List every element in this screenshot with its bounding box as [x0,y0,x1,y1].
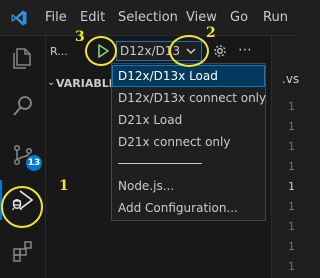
line-number: 1 [288,160,295,173]
menu-bar: File Edit Selection View Go Run [0,0,297,36]
menu-view[interactable]: View [186,10,217,25]
menu-go[interactable]: Go [230,10,248,25]
dropdown-option[interactable]: Node.js... [112,175,265,197]
menu-edit[interactable]: Edit [80,10,105,25]
more-actions-icon[interactable]: ⋯ [238,42,253,58]
line-number: 1 [288,100,295,113]
annotation-number: 2 [206,25,216,41]
line-number: 1 [288,140,295,153]
dropdown-option[interactable]: D21x connect only [112,131,265,153]
explorer-icon[interactable] [11,46,35,70]
chevron-down-icon[interactable]: ⌄ [47,77,55,88]
annotation-ring-run-debug [1,186,43,228]
line-number: 1 [288,200,295,213]
extensions-icon[interactable] [11,240,35,264]
editor-tab-label[interactable]: .vs [282,72,299,86]
menu-selection[interactable]: Selection [118,10,178,25]
line-number: 1 [288,240,295,253]
line-number: 1 [288,120,295,133]
line-number: 1 [288,260,295,273]
launch-config-dropdown: D12x/D13x Load D12x/D13x connect only D2… [111,63,266,221]
line-number: 1 [288,180,295,193]
menu-run[interactable]: Run [263,10,288,25]
annotation-ring-config-chevron [169,35,209,67]
annotation-number: 1 [59,178,69,194]
dropdown-option[interactable]: D21x Load [112,109,265,131]
dropdown-separator [118,163,202,164]
menu-file[interactable]: File [45,10,67,25]
run-view-title: R... [50,45,68,58]
gear-icon[interactable] [212,43,228,59]
source-control-badge: 13 [26,155,42,171]
dropdown-option[interactable]: D12x/D13x Load [112,65,265,87]
annotation-ring-start-button [85,36,117,66]
vscode-logo-icon [11,10,27,26]
line-number: 1 [288,220,295,233]
dropdown-option[interactable]: Add Configuration... [112,197,265,219]
search-icon[interactable] [11,94,35,118]
dropdown-option[interactable]: D12x/D13x connect only [112,87,266,109]
annotation-number: 3 [75,29,85,45]
